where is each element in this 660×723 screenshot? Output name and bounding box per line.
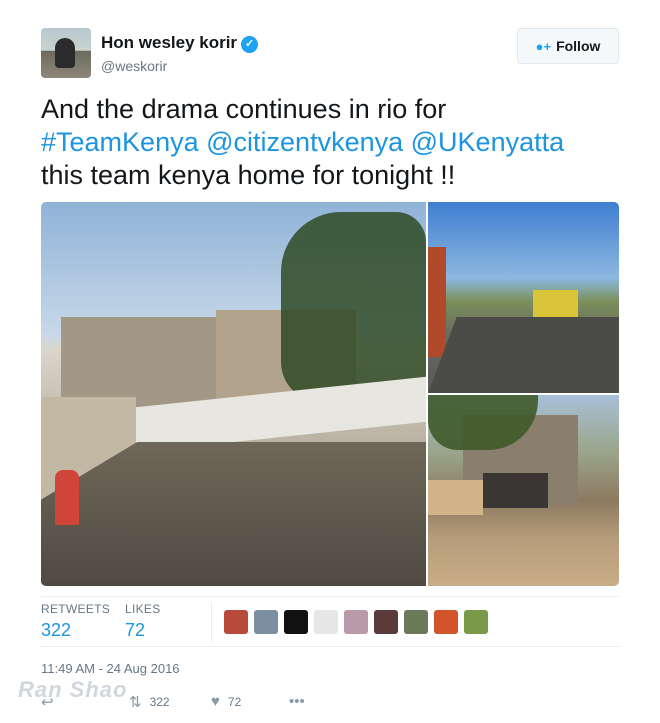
liker-avatar[interactable]	[254, 610, 278, 634]
tweet-text: And the drama continues in rio for #Team…	[41, 93, 621, 192]
follow-button-label: Follow	[556, 38, 601, 54]
liker-avatar[interactable]	[344, 610, 368, 634]
liker-avatar[interactable]	[224, 610, 248, 634]
likes-count: 72	[125, 620, 146, 640]
liker-avatar[interactable]	[374, 610, 398, 634]
heart-icon: ♥	[211, 693, 220, 710]
liker-avatar[interactable]	[404, 610, 428, 634]
person-shape	[55, 470, 79, 525]
retweet-icon: ⇅	[129, 694, 142, 711]
verified-badge-icon: ✓	[241, 36, 259, 53]
more-icon: •••	[289, 693, 305, 710]
tweet-text-line3: this team kenya home for tonight !!	[41, 160, 456, 190]
follow-button[interactable]: ●+ Follow	[517, 28, 619, 64]
media-grid	[41, 202, 619, 586]
road-shape	[428, 317, 619, 393]
liker-avatar[interactable]	[284, 610, 308, 634]
likes-label: LIKES	[125, 602, 161, 616]
avatar[interactable]	[41, 28, 91, 78]
liker-avatar[interactable]	[464, 610, 488, 634]
user-name-text[interactable]: Hon wesley korir	[101, 33, 237, 52]
building-shape	[533, 290, 578, 318]
divider	[41, 596, 619, 597]
retweets-count: 322	[41, 620, 72, 640]
bus-shape	[428, 247, 446, 357]
user-name[interactable]: Hon wesley korir ✓	[101, 33, 259, 53]
retweets-stat[interactable]: RETWEETS 322	[41, 602, 110, 641]
liker-avatar[interactable]	[314, 610, 338, 634]
fence-shape	[428, 480, 483, 515]
car-shape	[483, 473, 548, 508]
mention-link-citizentv[interactable]: @citizentvkenya	[206, 127, 403, 157]
like-button[interactable]: ♥ 72	[211, 693, 241, 710]
avatar-figure	[55, 38, 75, 68]
tweet-header: Hon wesley korir ✓ @weskorir ●+ Follow	[41, 28, 619, 80]
likes-stat[interactable]: LIKES 72	[125, 602, 161, 641]
mention-link-ukenyatta[interactable]: @UKenyatta	[411, 127, 564, 157]
stats-separator	[211, 602, 212, 642]
tweet-text-line1: And the drama continues in rio for	[41, 94, 447, 124]
user-handle[interactable]: @weskorir	[101, 58, 167, 74]
tree-shape	[281, 212, 426, 402]
retweet-action-count: 322	[149, 695, 170, 709]
tweet-timestamp[interactable]: 11:49 AM - 24 Aug 2016	[41, 661, 180, 676]
retweets-label: RETWEETS	[41, 602, 111, 616]
like-action-count: 72	[227, 694, 242, 709]
hashtag-link[interactable]: #TeamKenya	[41, 127, 199, 157]
photo-street-view[interactable]	[428, 202, 619, 393]
photo-house-front[interactable]	[428, 395, 619, 586]
photo-street-hill[interactable]	[41, 202, 426, 586]
divider	[41, 646, 619, 647]
liker-avatar[interactable]	[434, 610, 458, 634]
more-button[interactable]: •••	[289, 693, 305, 710]
add-user-icon: ●+	[535, 38, 552, 54]
retweet-button[interactable]: ⇅ 322	[129, 693, 170, 711]
watermark: Ran Shao	[18, 677, 128, 702]
